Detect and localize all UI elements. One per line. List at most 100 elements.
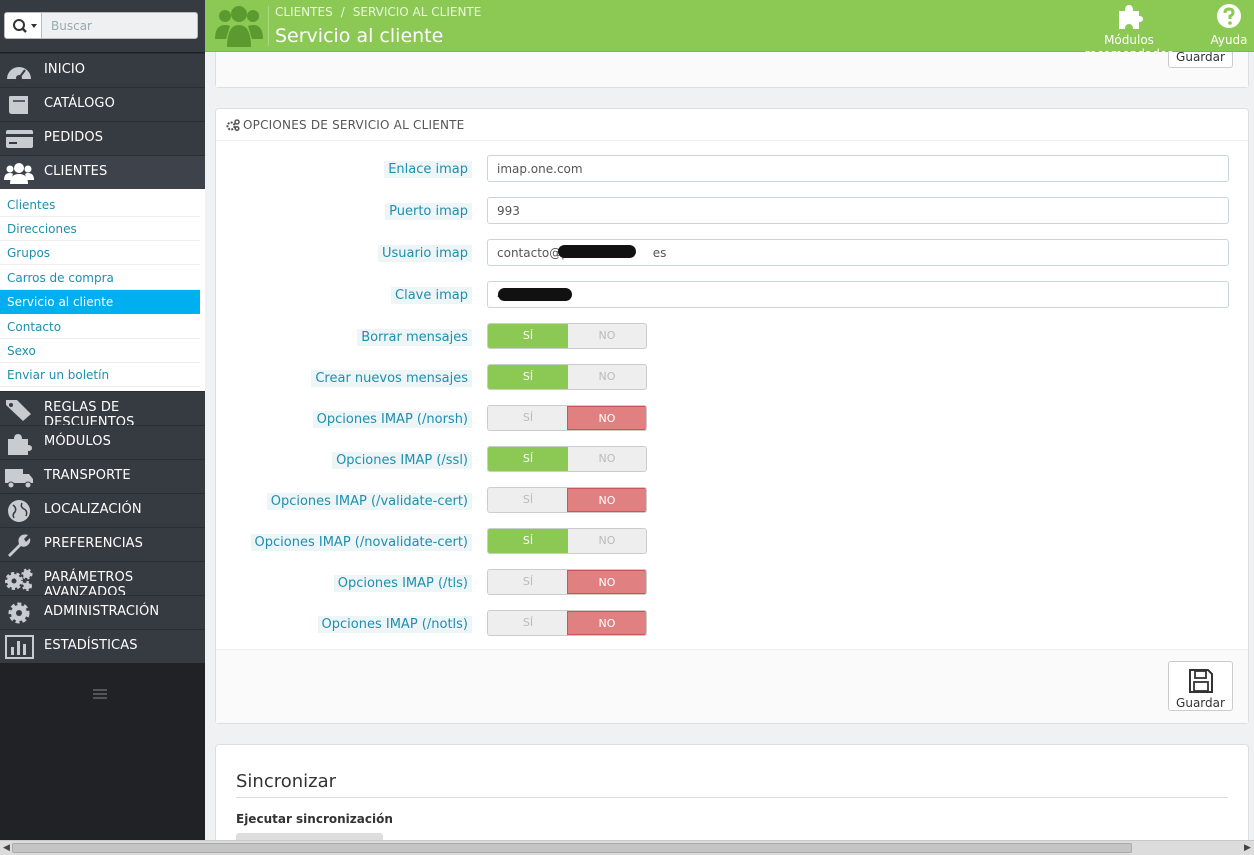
switch-label: Borrar mensajes (357, 329, 472, 346)
puzzle-icon (8, 434, 32, 455)
breadcrumb-separator: / (340, 5, 345, 19)
switch-label: Opciones IMAP (/norsh) (312, 411, 472, 428)
switch-option-yes[interactable]: SÍ (488, 611, 568, 635)
switch-option-yes[interactable]: SÍ (488, 570, 568, 594)
switch-option-yes[interactable]: SÍ (488, 488, 568, 512)
switch-option-yes[interactable]: SÍ (488, 365, 568, 389)
collapse-menu-icon[interactable] (93, 689, 107, 699)
users-icon (4, 163, 34, 184)
switch-option-yes[interactable]: SÍ (488, 529, 568, 553)
yes-no-switch[interactable]: SÍ NO (487, 323, 647, 349)
form-row-switch: Crear nuevos mensajes SÍ NO (216, 364, 1248, 392)
main-content: Guardar OPCIONES DE SERVICIO AL CLIENTE … (205, 52, 1254, 840)
customer-service-options-panel: OPCIONES DE SERVICIO AL CLIENTE Enlace i… (215, 108, 1249, 724)
book-icon (9, 96, 28, 114)
form-row-enlace-imap: Enlace imap (216, 155, 1248, 183)
tags-icon (6, 400, 31, 421)
form-row-clave-imap: Clave imap (216, 281, 1248, 309)
yes-no-switch[interactable]: SÍ NO (487, 528, 647, 554)
save-button-top[interactable]: Guardar (1168, 52, 1233, 68)
sidebar-item-reglas[interactable]: REGLAS DE DESCUENTOS (0, 391, 205, 430)
yes-no-switch[interactable]: SÍ NO (487, 569, 647, 595)
clientes-submenu: Clientes Direcciones Grupos Carros de co… (0, 189, 205, 391)
help-icon (1217, 4, 1241, 28)
sidebar-item-parametros[interactable]: PARÁMETROS AVANZADOS (0, 561, 205, 600)
submenu-item-carros[interactable]: Carros de compra (0, 266, 200, 290)
sidebar-item-transporte[interactable]: TRANSPORTE (0, 459, 205, 493)
switch-option-yes[interactable]: SÍ (488, 447, 568, 471)
switch-option-no[interactable]: NO (567, 488, 646, 512)
clave-imap-input[interactable] (487, 281, 1229, 308)
form-row-switch: Opciones IMAP (/norsh) SÍ NO (216, 405, 1248, 433)
bar-chart-icon (5, 635, 34, 659)
dashboard-icon (7, 67, 31, 81)
breadcrumb-item[interactable]: CLIENTES (275, 5, 333, 19)
search-filter-button[interactable] (4, 12, 42, 39)
help-label: Ayuda (1210, 33, 1248, 47)
switch-label: Opciones IMAP (/ssl) (332, 452, 472, 469)
breadcrumb-item[interactable]: SERVICIO AL CLIENTE (353, 5, 482, 19)
save-label: Guardar (1176, 52, 1225, 64)
switch-option-no[interactable]: NO (567, 406, 646, 430)
switch-option-no[interactable]: NO (567, 529, 646, 553)
scrollbar-thumb[interactable] (12, 843, 1132, 853)
switch-label: Opciones IMAP (/validate-cert) (266, 493, 472, 510)
submenu-item-boletin[interactable]: Enviar un boletín (0, 363, 200, 387)
recommended-modules-button[interactable]: Módulos recomendados (1061, 3, 1197, 61)
sync-panel: Sincronizar Ejecutar sincronización (215, 744, 1249, 840)
form-row-puerto-imap: Puerto imap (216, 197, 1248, 225)
cogs-icon (5, 568, 33, 591)
cogs-icon (226, 119, 240, 131)
help-button[interactable]: Ayuda (1209, 3, 1249, 49)
usuario-imap-label: Usuario imap (377, 245, 472, 262)
switch-option-yes[interactable]: SÍ (488, 406, 568, 430)
form-row-switch: Opciones IMAP (/validate-cert) SÍ NO (216, 487, 1248, 515)
form-row-switch: Opciones IMAP (/notls) SÍ NO (216, 610, 1248, 638)
switch-option-yes[interactable]: SÍ (488, 324, 568, 348)
wrench-icon (8, 534, 31, 557)
sidebar-item-estadisticas[interactable]: ESTADÍSTICAS (0, 629, 205, 663)
scroll-left-arrow-icon[interactable]: ◀ (1, 842, 12, 854)
yes-no-switch[interactable]: SÍ NO (487, 405, 647, 431)
switch-option-no[interactable]: NO (567, 611, 646, 635)
submenu-item-contacto[interactable]: Contacto (0, 315, 200, 339)
sidebar-item-inicio[interactable]: INICIO (0, 53, 205, 87)
switch-option-no[interactable]: NO (567, 324, 646, 348)
submenu-item-direcciones[interactable]: Direcciones (0, 217, 200, 241)
sidebar-item-clientes[interactable]: CLIENTES (0, 155, 205, 189)
puerto-imap-input[interactable] (487, 197, 1229, 224)
horizontal-scrollbar[interactable]: ◀ ▶ (0, 840, 1254, 855)
sidebar-item-administracion[interactable]: ADMINISTRACIÓN (0, 595, 205, 629)
search-input[interactable] (42, 12, 198, 39)
scroll-right-arrow-icon[interactable]: ▶ (1242, 842, 1253, 854)
sidebar-item-catalogo[interactable]: CATÁLOGO (0, 87, 205, 121)
panel-footer: Guardar (216, 649, 1248, 723)
switch-option-no[interactable]: NO (567, 365, 646, 389)
switch-label: Crear nuevos mensajes (311, 370, 472, 387)
run-sync-button[interactable] (236, 833, 383, 840)
enlace-imap-input[interactable] (487, 155, 1229, 182)
yes-no-switch[interactable]: SÍ NO (487, 446, 647, 472)
form-row-usuario-imap: Usuario imap (216, 239, 1248, 267)
sidebar-item-preferencias[interactable]: PREFERENCIAS (0, 527, 205, 561)
switch-option-no[interactable]: NO (567, 447, 646, 471)
submenu-item-servicio[interactable]: Servicio al cliente (0, 290, 200, 314)
submenu-item-grupos[interactable]: Grupos (0, 241, 200, 265)
switch-label: Opciones IMAP (/tls) (333, 575, 472, 592)
submenu-item-sexo[interactable]: Sexo (0, 339, 200, 363)
sidebar-item-modulos[interactable]: MÓDULOS (0, 425, 205, 459)
previous-panel-footer (216, 52, 1248, 87)
save-icon (1188, 669, 1213, 693)
page-title: Servicio al cliente (275, 25, 444, 47)
save-button[interactable]: Guardar (1168, 661, 1233, 711)
yes-no-switch[interactable]: SÍ NO (487, 364, 647, 390)
submenu-item-clientes[interactable]: Clientes (0, 193, 200, 217)
form-row-switch: Opciones IMAP (/tls) SÍ NO (216, 569, 1248, 597)
credit-card-icon (6, 130, 33, 148)
panel-heading: OPCIONES DE SERVICIO AL CLIENTE (216, 109, 1248, 141)
yes-no-switch[interactable]: SÍ NO (487, 610, 647, 636)
switch-option-no[interactable]: NO (567, 570, 646, 594)
sidebar-item-pedidos[interactable]: PEDIDOS (0, 121, 205, 155)
yes-no-switch[interactable]: SÍ NO (487, 487, 647, 513)
sidebar-item-localizacion[interactable]: LOCALIZACIÓN (0, 493, 205, 527)
